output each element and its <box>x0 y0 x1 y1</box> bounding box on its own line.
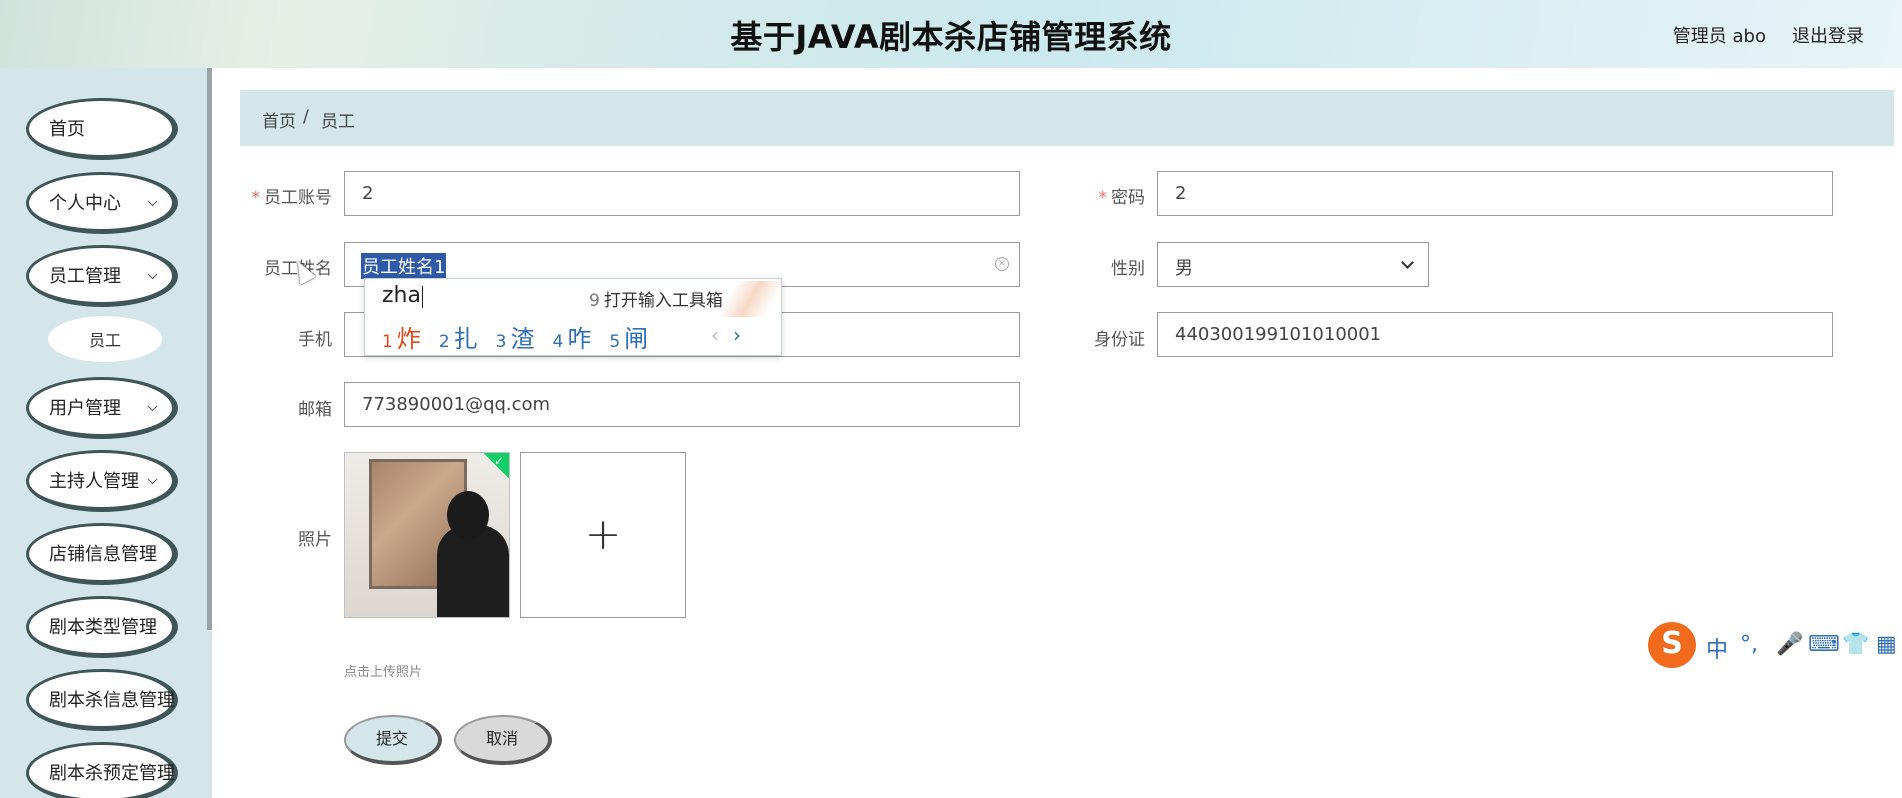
chevron-right-icon[interactable]: › <box>733 323 741 347</box>
person-image <box>437 525 509 617</box>
ime-status-bar: S 中 °, 🎤 ⌨ 👕 ▦ <box>1648 622 1902 668</box>
chevron-down-icon <box>147 401 158 412</box>
gender-select[interactable]: 男 <box>1157 242 1429 287</box>
photo-label: 照片 <box>298 530 332 550</box>
sidebar-item-profile[interactable]: 个人中心 <box>26 172 178 234</box>
breadcrumb-current: 员工 <box>321 112 355 132</box>
password-field[interactable]: 2 <box>1157 171 1833 216</box>
clear-icon[interactable]: × <box>995 257 1009 271</box>
ime-candidate[interactable]: 3渣 <box>496 325 535 353</box>
ime-candidate[interactable]: 2扎 <box>439 325 478 353</box>
chevron-down-icon <box>1401 256 1414 269</box>
ime-toolbox-link[interactable]: 9 打开输入工具箱 <box>589 286 723 311</box>
sidebar-item-script-type[interactable]: 剧本类型管理 <box>26 596 178 658</box>
chevron-down-icon <box>147 474 158 485</box>
ime-candidate-popup: zha 9 打开输入工具箱 1炸2扎3渣4咋5闸 ‹ › <box>364 278 782 356</box>
chevron-down-icon <box>147 196 158 207</box>
ime-candidate[interactable]: 5闸 <box>609 325 648 353</box>
ime-page-nav: ‹ › <box>711 323 741 347</box>
skin-shirt-icon[interactable]: 👕 <box>1842 632 1869 657</box>
chevron-left-icon[interactable]: ‹ <box>711 323 719 347</box>
upload-tip: 点击上传照片 <box>344 665 423 680</box>
sidebar-item-script-booking[interactable]: 剧本杀预定管理 <box>26 742 178 798</box>
breadcrumb-separator: / <box>303 107 309 127</box>
sidebar-item-home[interactable]: 首页 <box>26 98 178 160</box>
ime-pinyin: zha <box>382 283 421 308</box>
ime-candidate[interactable]: 1炸 <box>382 325 421 353</box>
email-label: 邮箱 <box>298 400 332 420</box>
email-value: 773890001@qq.com <box>362 394 551 415</box>
id-card-value: 440300199101010001 <box>1175 324 1382 345</box>
sidebar-item-label: 店铺信息管理 <box>49 544 157 565</box>
text-caret <box>422 286 423 308</box>
sidebar-item-label: 员工 <box>88 331 121 350</box>
cancel-button[interactable]: 取消 <box>454 715 552 765</box>
gender-value: 男 <box>1175 258 1193 279</box>
sidebar-item-shop-info[interactable]: 店铺信息管理 <box>26 523 178 585</box>
password-label: * 密码 <box>1098 188 1146 208</box>
keyboard-icon[interactable]: ⌨ <box>1808 632 1840 657</box>
phone-label: 手机 <box>298 330 332 350</box>
sidebar-item-user-management[interactable]: 用户管理 <box>26 377 178 439</box>
upload-photo-button[interactable]: + <box>520 452 686 618</box>
sogou-logo-icon[interactable]: S <box>1648 622 1696 668</box>
sidebar: 首页 个人中心 员工管理 员工 用户管理 主持人管理 店铺信息管理 剧本类型管理… <box>0 68 212 798</box>
chevron-down-icon <box>147 269 158 280</box>
logout-link[interactable]: 退出登录 <box>1792 22 1864 48</box>
sidebar-item-label: 首页 <box>49 119 85 140</box>
sidebar-item-label: 剧本类型管理 <box>49 617 157 638</box>
email-field[interactable]: 773890001@qq.com <box>344 382 1020 427</box>
user-info: 管理员 abo <box>1672 26 1766 47</box>
uploaded-photo[interactable]: ✓ <box>344 452 510 618</box>
sidebar-item-staff-management[interactable]: 员工管理 <box>26 245 178 307</box>
person-head-image <box>447 491 489 539</box>
ime-decoration <box>721 281 781 317</box>
sidebar-item-label: 剧本杀预定管理 <box>49 763 175 784</box>
top-header: 基于JAVA剧本杀店铺管理系统 管理员 abo 退出登录 <box>0 0 1902 68</box>
microphone-icon[interactable]: 🎤 <box>1776 632 1803 657</box>
ime-candidate[interactable]: 4咋 <box>552 325 591 353</box>
sidebar-item-host-management[interactable]: 主持人管理 <box>26 450 178 512</box>
id-card-field[interactable]: 440300199101010001 <box>1157 312 1833 357</box>
ime-mode-toggle[interactable]: 中 <box>1706 632 1728 664</box>
sidebar-subitem-staff[interactable]: 员工 <box>48 316 162 362</box>
name-value: 员工姓名1 <box>361 253 447 279</box>
submit-button[interactable]: 提交 <box>344 715 442 765</box>
sidebar-item-label: 剧本杀信息管理 <box>49 690 175 711</box>
gender-label: 性别 <box>1111 259 1145 279</box>
sidebar-item-label: 员工管理 <box>49 266 121 287</box>
breadcrumb: 首页 / 员工 <box>240 90 1894 146</box>
account-field[interactable]: 2 <box>344 171 1020 216</box>
sidebar-item-label: 个人中心 <box>49 193 121 214</box>
breadcrumb-home[interactable]: 首页 <box>262 107 296 132</box>
punctuation-toggle[interactable]: °, <box>1740 632 1758 657</box>
apps-grid-icon[interactable]: ▦ <box>1876 632 1897 657</box>
account-value: 2 <box>362 183 374 204</box>
plus-icon: + <box>584 509 622 560</box>
ime-candidate-list: 1炸 2扎 3渣 4咋 5闸 <box>382 319 666 354</box>
account-label: * 员工账号 <box>251 188 333 208</box>
check-icon: ✓ <box>493 454 504 468</box>
sidebar-item-label: 主持人管理 <box>49 471 139 492</box>
id-card-label: 身份证 <box>1094 330 1145 350</box>
sidebar-scrollbar[interactable] <box>207 68 212 630</box>
page-title: 基于JAVA剧本杀店铺管理系统 <box>730 18 1172 56</box>
sidebar-item-script-info[interactable]: 剧本杀信息管理 <box>26 669 178 731</box>
sidebar-item-label: 用户管理 <box>49 398 121 419</box>
password-value: 2 <box>1175 183 1187 204</box>
name-label: 员工姓名 <box>264 259 332 279</box>
